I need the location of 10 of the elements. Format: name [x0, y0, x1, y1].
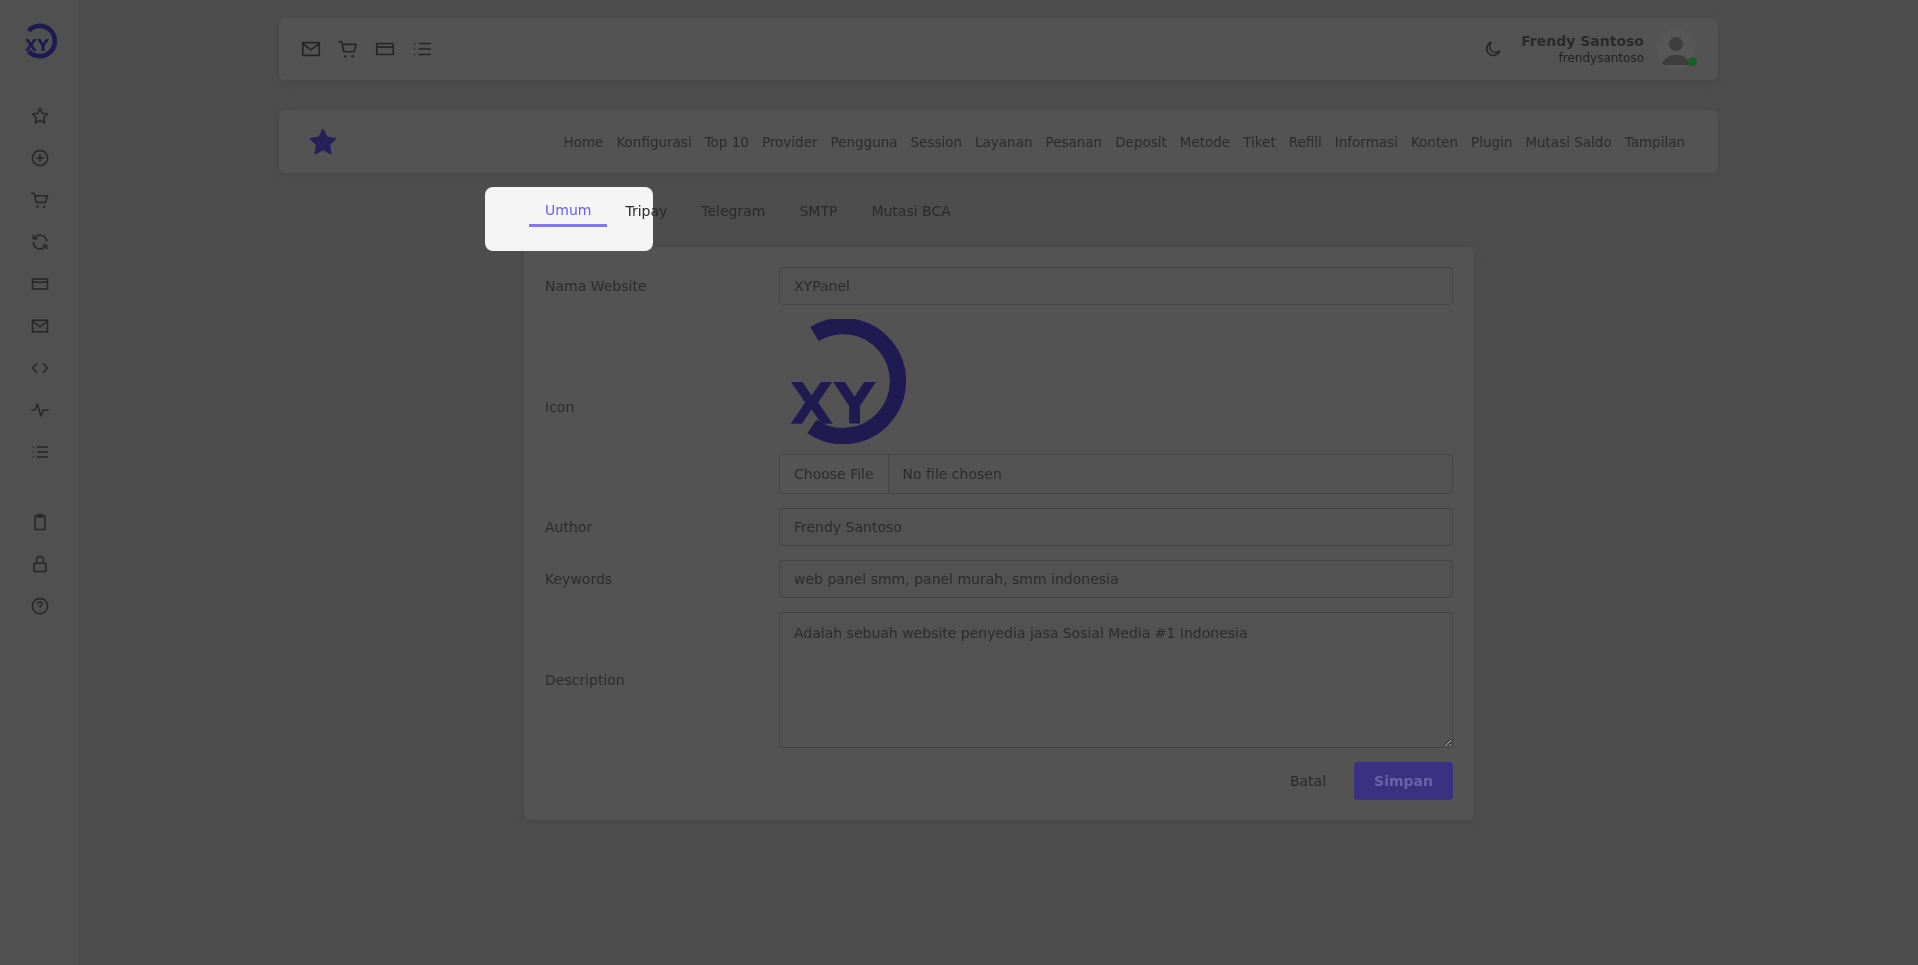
cart-icon[interactable] — [337, 38, 359, 60]
avatar[interactable] — [1656, 29, 1696, 69]
plus-icon[interactable] — [29, 148, 50, 168]
star-icon[interactable] — [29, 106, 50, 126]
activity-icon[interactable] — [29, 400, 50, 420]
mail-icon[interactable] — [29, 316, 50, 336]
help-icon[interactable] — [29, 596, 50, 616]
cart-icon[interactable] — [29, 190, 50, 210]
logo-preview: XY — [787, 319, 912, 444]
tab[interactable]: Umum — [529, 195, 608, 227]
